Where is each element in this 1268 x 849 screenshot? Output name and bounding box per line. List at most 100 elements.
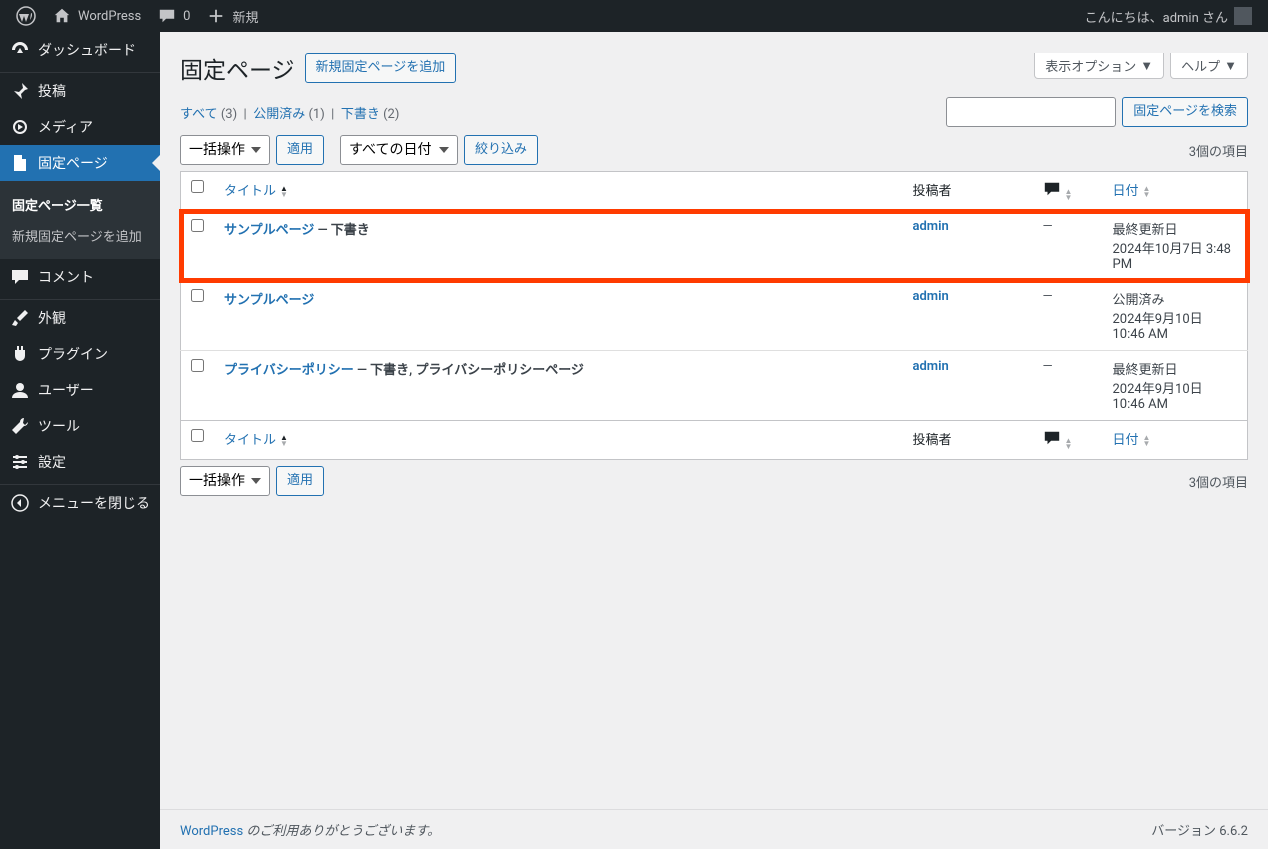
chevron-down-icon: ▼ (1224, 58, 1237, 74)
main-content: 固定ページ 新規固定ページを追加 表示オプション ▼ ヘルプ ▼ すべて (3)… (160, 32, 1268, 799)
row-title-link[interactable]: プライバシーポリシー (224, 363, 354, 378)
menu-pages[interactable]: 固定ページ (0, 145, 160, 181)
apply-button-bottom[interactable]: 適用 (276, 466, 324, 496)
dashboard-icon (10, 40, 30, 60)
menu-collapse[interactable]: メニューを閉じる (0, 485, 160, 521)
menu-plugins[interactable]: プラグイン (0, 336, 160, 372)
avatar-icon (1234, 7, 1252, 25)
new-content-link[interactable]: 新規 (198, 0, 266, 32)
sort-icon: ▲▼ (1065, 189, 1073, 201)
row-author-link[interactable]: admin (913, 289, 949, 304)
col-comments-foot[interactable]: ▲▼ (1033, 421, 1103, 460)
site-name-link[interactable]: WordPress (44, 0, 149, 32)
items-count-bottom: 3個の項目 (1189, 472, 1248, 491)
col-comments[interactable]: ▲▼ (1033, 172, 1103, 211)
admin-toolbar: WordPress 0 新規 こんにちは、admin さん (0, 0, 1268, 32)
user-icon (10, 380, 30, 400)
row-checkbox[interactable] (191, 289, 204, 302)
wp-logo[interactable] (8, 0, 44, 32)
col-title[interactable]: タイトル▲▼ (214, 172, 903, 211)
home-icon (52, 6, 72, 26)
plugin-icon (10, 344, 30, 364)
search-button[interactable]: 固定ページを検索 (1122, 97, 1248, 127)
row-date-status: 最終更新日 (1113, 219, 1238, 238)
add-new-button[interactable]: 新規固定ページを追加 (305, 53, 457, 83)
comment-icon (10, 267, 30, 287)
filter-draft[interactable]: 下書き (341, 107, 380, 122)
wrench-icon (10, 416, 30, 436)
wordpress-icon (16, 6, 36, 26)
help-button[interactable]: ヘルプ ▼ (1170, 53, 1248, 79)
admin-sidebar: ダッシュボード 投稿 メディア 固定ページ 固定ページ一覧 新規固定ページを追加… (0, 32, 160, 849)
footer-version: バージョン 6.6.2 (1151, 820, 1248, 839)
table-row: プライバシーポリシー — 下書き, プライバシーポリシーページ admin — … (181, 351, 1248, 421)
bulk-action-select-top[interactable]: 一括操作 (180, 135, 270, 165)
sort-icon: ▲▼ (1143, 186, 1151, 198)
footer-thanks: のご利用ありがとうございます。 (243, 824, 440, 839)
page-title: 固定ページ (180, 51, 295, 85)
menu-dashboard[interactable]: ダッシュボード (0, 32, 160, 68)
screen-options-button[interactable]: 表示オプション ▼ (1034, 53, 1164, 79)
footer-wp-link[interactable]: WordPress (180, 824, 243, 839)
col-author: 投稿者 (903, 172, 1033, 211)
sort-icon: ▲▼ (280, 186, 288, 198)
sort-icon: ▲▼ (1143, 435, 1151, 447)
date-filter-select[interactable]: すべての日付 (340, 135, 458, 165)
row-comments: — (1043, 359, 1053, 374)
search-input[interactable] (946, 97, 1116, 127)
select-all-bottom[interactable] (191, 429, 204, 442)
row-date-status: 最終更新日 (1113, 359, 1238, 378)
menu-users[interactable]: ユーザー (0, 372, 160, 408)
col-date-foot[interactable]: 日付▲▼ (1103, 421, 1248, 460)
media-icon (10, 117, 30, 137)
menu-posts[interactable]: 投稿 (0, 73, 160, 109)
col-title-foot[interactable]: タイトル▲▼ (214, 421, 903, 460)
comment-icon (1043, 429, 1061, 451)
row-state: — 下書き, プライバシーポリシーページ (354, 363, 584, 378)
row-checkbox[interactable] (191, 219, 204, 232)
brush-icon (10, 308, 30, 328)
pin-icon (10, 81, 30, 101)
menu-appearance[interactable]: 外観 (0, 300, 160, 336)
menu-comments[interactable]: コメント (0, 259, 160, 295)
row-date: 2024年10月7日 3:48 PM (1113, 238, 1238, 272)
chevron-down-icon: ▼ (1140, 58, 1153, 74)
settings-icon (10, 452, 30, 472)
table-row: サンプルページ — 下書き admin — 最終更新日2024年10月7日 3:… (181, 211, 1248, 281)
select-all-top[interactable] (191, 180, 204, 193)
row-comments: — (1043, 219, 1053, 234)
row-comments: — (1043, 289, 1053, 304)
sort-icon: ▲▼ (280, 435, 288, 447)
comments-count: 0 (183, 9, 190, 24)
admin-footer: WordPress のご利用ありがとうございます。 バージョン 6.6.2 (160, 809, 1268, 849)
account-link[interactable]: こんにちは、admin さん (1077, 0, 1260, 32)
row-author-link[interactable]: admin (913, 219, 949, 234)
filter-published[interactable]: 公開済み (253, 107, 305, 122)
submenu-pages-list[interactable]: 固定ページ一覧 (0, 189, 160, 220)
row-title-link[interactable]: サンプルページ (224, 293, 314, 308)
row-author-link[interactable]: admin (913, 359, 949, 374)
row-date: 2024年9月10日 10:46 AM (1113, 378, 1238, 412)
greeting-text: こんにちは、admin さん (1085, 7, 1228, 26)
apply-button-top[interactable]: 適用 (276, 135, 324, 165)
row-title-link[interactable]: サンプルページ (224, 223, 314, 238)
comments-link[interactable]: 0 (149, 0, 198, 32)
comment-icon (1043, 180, 1061, 202)
menu-tools[interactable]: ツール (0, 408, 160, 444)
menu-settings[interactable]: 設定 (0, 444, 160, 480)
collapse-icon (10, 493, 30, 513)
row-checkbox[interactable] (191, 359, 204, 372)
items-count-top: 3個の項目 (1189, 141, 1248, 160)
submenu-pages-add[interactable]: 新規固定ページを追加 (0, 220, 160, 251)
col-author-foot: 投稿者 (903, 421, 1033, 460)
sort-icon: ▲▼ (1065, 438, 1073, 450)
row-date: 2024年9月10日 10:46 AM (1113, 308, 1238, 342)
filter-all[interactable]: すべて (180, 107, 218, 122)
menu-media[interactable]: メディア (0, 109, 160, 145)
new-label: 新規 (232, 7, 258, 26)
table-row: サンプルページ admin — 公開済み2024年9月10日 10:46 AM (181, 281, 1248, 351)
row-date-status: 公開済み (1113, 289, 1238, 308)
filter-button[interactable]: 絞り込み (464, 135, 538, 165)
col-date[interactable]: 日付▲▼ (1103, 172, 1248, 211)
bulk-action-select-bottom[interactable]: 一括操作 (180, 466, 270, 496)
